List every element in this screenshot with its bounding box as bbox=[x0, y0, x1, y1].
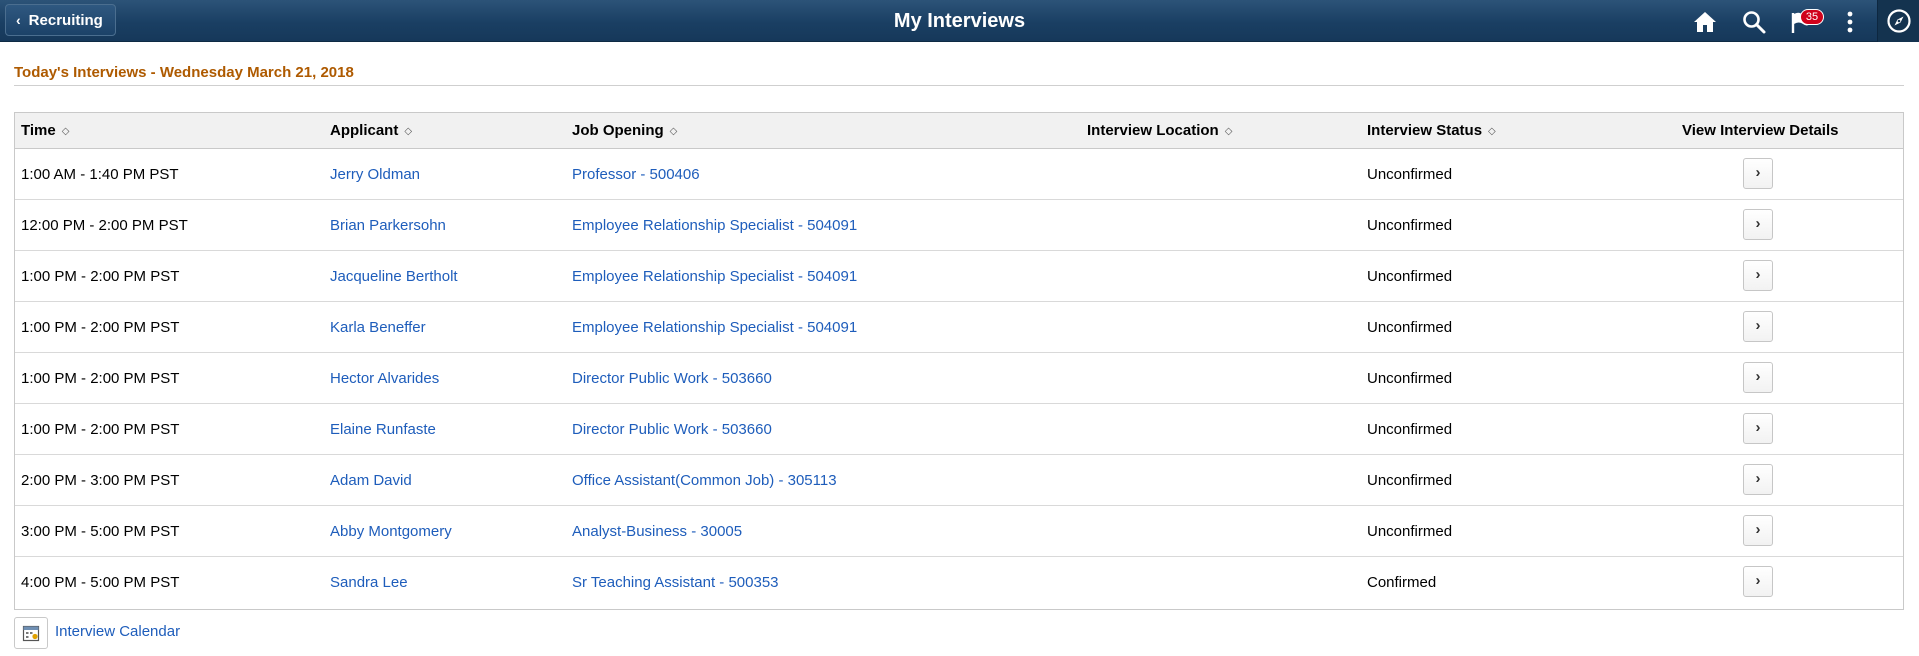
cell-status: Unconfirmed bbox=[1367, 166, 1453, 183]
applicant-link[interactable]: Sandra Lee bbox=[330, 557, 408, 608]
cell-time: 12:00 PM - 2:00 PM PST bbox=[21, 217, 188, 234]
interview-calendar-link[interactable]: Interview Calendar bbox=[55, 623, 180, 640]
table-row: 1:00 PM - 2:00 PM PST Jacqueline Bertholt… bbox=[15, 251, 1903, 302]
more-vertical-icon[interactable] bbox=[1837, 9, 1863, 35]
job-opening-link[interactable]: Director Public Work - 503660 bbox=[572, 404, 772, 455]
job-opening-link[interactable]: Sr Teaching Assistant - 500353 bbox=[572, 557, 779, 608]
applicant-link[interactable]: Adam David bbox=[330, 455, 412, 506]
navbar-button[interactable] bbox=[1877, 0, 1919, 42]
chevron-right-icon: › bbox=[1755, 317, 1761, 334]
column-header-view-details: View Interview Details bbox=[1682, 122, 1839, 139]
chevron-right-icon: › bbox=[1755, 368, 1761, 385]
view-details-button[interactable]: › bbox=[1743, 311, 1773, 342]
job-opening-link[interactable]: Director Public Work - 503660 bbox=[572, 353, 772, 404]
compass-icon bbox=[1887, 9, 1911, 33]
chevron-right-icon: › bbox=[1755, 164, 1761, 181]
job-opening-link[interactable]: Employee Relationship Specialist - 50409… bbox=[572, 251, 857, 302]
cell-time: 3:00 PM - 5:00 PM PST bbox=[21, 523, 180, 540]
interviews-table: Time ◇ Applicant ◇ Job Opening ◇ Interview … bbox=[14, 112, 1904, 610]
view-details-button[interactable]: › bbox=[1743, 260, 1773, 291]
view-details-button[interactable]: › bbox=[1743, 158, 1773, 189]
cell-status: Unconfirmed bbox=[1367, 217, 1453, 234]
notification-badge: 35 bbox=[1800, 9, 1824, 25]
cell-time: 2:00 PM - 3:00 PM PST bbox=[21, 472, 180, 489]
view-details-button[interactable]: › bbox=[1743, 362, 1773, 393]
cell-status: Confirmed bbox=[1367, 574, 1437, 591]
table-row: 1:00 PM - 2:00 PM PST Hector Alvarides Dir… bbox=[15, 353, 1903, 404]
chevron-right-icon: › bbox=[1755, 215, 1761, 232]
applicant-link[interactable]: Jerry Oldman bbox=[330, 149, 420, 200]
sort-icon: ◇ bbox=[1488, 126, 1496, 137]
job-opening-link[interactable]: Employee Relationship Specialist - 50409… bbox=[572, 302, 857, 353]
table-row: 2:00 PM - 3:00 PM PST Adam David Office As… bbox=[15, 455, 1903, 506]
table-row: 1:00 AM - 1:40 PM PST Jerry Oldman Profess… bbox=[15, 149, 1903, 200]
view-details-button[interactable]: › bbox=[1743, 209, 1773, 240]
column-header-interview-location[interactable]: Interview Location ◇ bbox=[1087, 113, 1232, 149]
table-row: 1:00 PM - 2:00 PM PST Elaine Runfaste Dire… bbox=[15, 404, 1903, 455]
header-banner: ‹ Recruiting My Interviews 35 bbox=[0, 0, 1919, 42]
cell-status: Unconfirmed bbox=[1367, 370, 1453, 387]
job-opening-link[interactable]: Professor - 500406 bbox=[572, 149, 700, 200]
table-row: 4:00 PM - 5:00 PM PST Sandra Lee Sr Teachi… bbox=[15, 557, 1903, 608]
applicant-link[interactable]: Elaine Runfaste bbox=[330, 404, 436, 455]
sort-icon: ◇ bbox=[669, 126, 678, 137]
section-divider bbox=[14, 85, 1904, 86]
job-opening-link[interactable]: Analyst-Business - 30005 bbox=[572, 506, 742, 557]
cell-time: 1:00 PM - 2:00 PM PST bbox=[21, 268, 180, 285]
cell-time: 1:00 PM - 2:00 PM PST bbox=[21, 319, 180, 336]
job-opening-link[interactable]: Employee Relationship Specialist - 50409… bbox=[572, 200, 857, 251]
applicant-link[interactable]: Abby Montgomery bbox=[330, 506, 452, 557]
view-details-button[interactable]: › bbox=[1743, 515, 1773, 546]
sort-icon: ◇ bbox=[404, 126, 413, 137]
search-icon[interactable] bbox=[1741, 9, 1767, 35]
applicant-link[interactable]: Karla Beneffer bbox=[330, 302, 426, 353]
table-row: 1:00 PM - 2:00 PM PST Karla Beneffer Emplo… bbox=[15, 302, 1903, 353]
applicant-link[interactable]: Jacqueline Bertholt bbox=[330, 251, 458, 302]
calendar-icon bbox=[22, 625, 40, 642]
table-row: 12:00 PM - 2:00 PM PST Brian Parkersohn Em… bbox=[15, 200, 1903, 251]
sort-icon: ◇ bbox=[1224, 126, 1233, 137]
cell-status: Unconfirmed bbox=[1367, 472, 1453, 489]
chevron-right-icon: › bbox=[1755, 266, 1761, 283]
home-icon[interactable] bbox=[1692, 9, 1718, 35]
cell-time: 1:00 PM - 2:00 PM PST bbox=[21, 370, 180, 387]
cell-status: Unconfirmed bbox=[1367, 523, 1453, 540]
view-details-button[interactable]: › bbox=[1743, 413, 1773, 444]
chevron-right-icon: › bbox=[1755, 572, 1761, 589]
chevron-right-icon: › bbox=[1755, 419, 1761, 436]
chevron-right-icon: › bbox=[1755, 521, 1761, 538]
table-row: 3:00 PM - 5:00 PM PST Abby Montgomery Anal… bbox=[15, 506, 1903, 557]
interview-calendar-button[interactable] bbox=[14, 617, 48, 649]
column-header-applicant[interactable]: Applicant ◇ bbox=[330, 113, 412, 149]
column-header-job-opening[interactable]: Job Opening ◇ bbox=[572, 113, 677, 149]
page-title: My Interviews bbox=[893, 10, 1026, 32]
column-header-time[interactable]: Time ◇ bbox=[21, 113, 69, 149]
applicant-link[interactable]: Hector Alvarides bbox=[330, 353, 439, 404]
cell-status: Unconfirmed bbox=[1367, 268, 1453, 285]
cell-time: 1:00 PM - 2:00 PM PST bbox=[21, 421, 180, 438]
view-details-button[interactable]: › bbox=[1743, 566, 1773, 597]
applicant-link[interactable]: Brian Parkersohn bbox=[330, 200, 446, 251]
chevron-right-icon: › bbox=[1755, 470, 1761, 487]
cell-status: Unconfirmed bbox=[1367, 421, 1453, 438]
cell-status: Unconfirmed bbox=[1367, 319, 1453, 336]
cell-time: 1:00 AM - 1:40 PM PST bbox=[21, 166, 179, 183]
table-header: Time ◇ Applicant ◇ Job Opening ◇ Interview … bbox=[15, 113, 1903, 149]
sort-icon: ◇ bbox=[61, 126, 70, 137]
section-heading: Today's Interviews - Wednesday March 21,… bbox=[14, 64, 354, 81]
job-opening-link[interactable]: Office Assistant(Common Job) - 305113 bbox=[572, 455, 837, 506]
column-header-interview-status[interactable]: Interview Status ◇ bbox=[1367, 113, 1496, 149]
cell-time: 4:00 PM - 5:00 PM PST bbox=[21, 574, 180, 591]
view-details-button[interactable]: › bbox=[1743, 464, 1773, 495]
